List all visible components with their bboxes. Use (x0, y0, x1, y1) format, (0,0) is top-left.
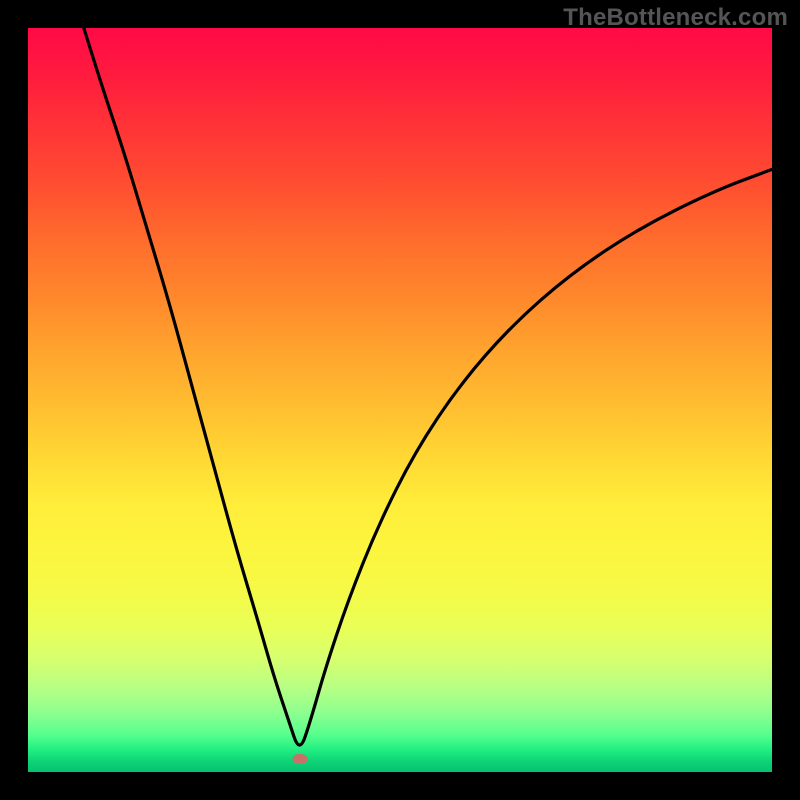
chart-container: TheBottleneck.com (0, 0, 800, 800)
bottleneck-curve (84, 28, 772, 745)
watermark-text: TheBottleneck.com (563, 4, 788, 32)
plot-area (28, 28, 772, 772)
optimal-point-marker (292, 754, 307, 764)
curve-layer (28, 28, 772, 772)
